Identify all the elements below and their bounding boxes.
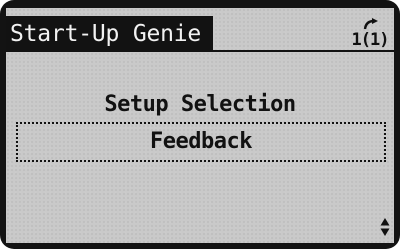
screen-title: Start-Up Genie [6, 16, 213, 52]
menu-number: 1(1) [351, 30, 390, 50]
setup-selection-value[interactable]: Feedback [16, 122, 386, 162]
back-arrow-icon [363, 18, 378, 30]
title-divider [6, 50, 394, 52]
up-down-arrow-icon[interactable] [380, 217, 390, 237]
display-bezel: Start-Up Genie 1(1) Setup Selection Feed… [0, 0, 400, 249]
menu-position-indicator: 1(1) [350, 18, 390, 50]
setup-selection-label: Setup Selection [104, 92, 296, 117]
lcd-screen: Start-Up Genie 1(1) Setup Selection Feed… [6, 8, 394, 243]
